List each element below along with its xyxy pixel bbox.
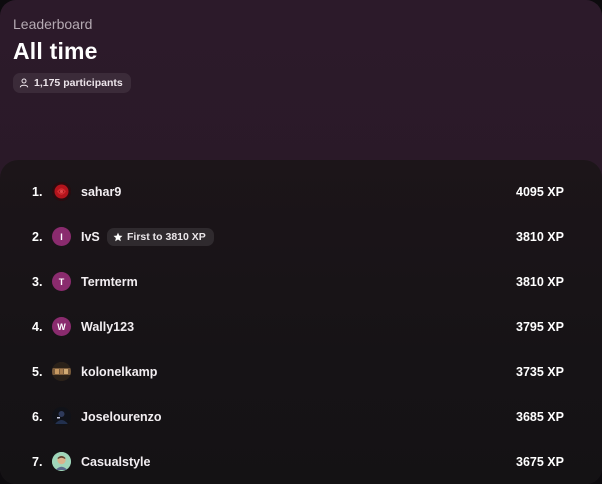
face-avatar-icon — [52, 452, 71, 471]
leaderboard-row[interactable]: 4. W Wally123 3795 XP — [0, 304, 602, 349]
xp-value: 4095 XP — [516, 184, 564, 199]
rank-number: 2. — [32, 229, 43, 244]
avatar: T — [52, 272, 71, 291]
avatar — [52, 182, 71, 201]
leaderboard-row[interactable]: 6. Joselourenzo 3685 XP — [0, 394, 602, 439]
xp-value: 3795 XP — [516, 319, 564, 334]
dark-avatar-icon — [52, 407, 71, 426]
rank-number: 5. — [32, 364, 43, 379]
username[interactable]: kolonelkamp — [81, 365, 157, 379]
avatar: W — [52, 317, 71, 336]
rank-number: 7. — [32, 454, 43, 469]
leaderboard-row[interactable]: 3. T Termterm 3810 XP — [0, 259, 602, 304]
leaderboard-header: Leaderboard All time 1,175 participants — [13, 0, 589, 160]
xp-value: 3810 XP — [516, 229, 564, 244]
xp-value: 3810 XP — [516, 274, 564, 289]
leaderboard-row[interactable]: 5. kolonelkamp 3735 XP — [0, 349, 602, 394]
username[interactable]: Joselourenzo — [81, 410, 162, 424]
achievement-label: First to 3810 XP — [127, 230, 206, 243]
username[interactable]: Termterm — [81, 275, 138, 289]
participants-count: 1,175 participants — [34, 77, 123, 89]
leaderboard-row[interactable]: 7. Casualstyle 3675 XP — [0, 439, 602, 484]
xp-value: 3675 XP — [516, 454, 564, 469]
achievement-badge: First to 3810 XP — [107, 227, 214, 246]
rank-number: 4. — [32, 319, 43, 334]
page-title: All time — [13, 38, 98, 64]
avatar — [52, 452, 71, 471]
rank-number: 1. — [32, 184, 43, 199]
leaderboard-list: 1. sahar9 4095 XP 2. I IvS First to 3810… — [0, 160, 602, 484]
leaderboard-window: Leaderboard All time 1,175 participants … — [0, 0, 602, 484]
section-kicker: Leaderboard — [13, 16, 93, 32]
photo-avatar-icon — [52, 362, 71, 381]
avatar: I — [52, 227, 71, 246]
participants-badge: 1,175 participants — [13, 73, 131, 93]
rank-number: 6. — [32, 409, 43, 424]
leaderboard-row[interactable]: 1. sahar9 4095 XP — [0, 169, 602, 214]
username[interactable]: Casualstyle — [81, 455, 150, 469]
rank-number: 3. — [32, 274, 43, 289]
username[interactable]: sahar9 — [81, 185, 121, 199]
avatar — [52, 407, 71, 426]
xp-value: 3685 XP — [516, 409, 564, 424]
username[interactable]: Wally123 — [81, 320, 134, 334]
leaderboard-row[interactable]: 2. I IvS First to 3810 XP 3810 XP — [0, 214, 602, 259]
avatar — [52, 362, 71, 381]
rose-avatar-icon — [52, 182, 71, 201]
username[interactable]: IvS — [81, 230, 100, 244]
star-icon — [113, 232, 123, 241]
person-icon — [19, 78, 29, 88]
xp-value: 3735 XP — [516, 364, 564, 379]
